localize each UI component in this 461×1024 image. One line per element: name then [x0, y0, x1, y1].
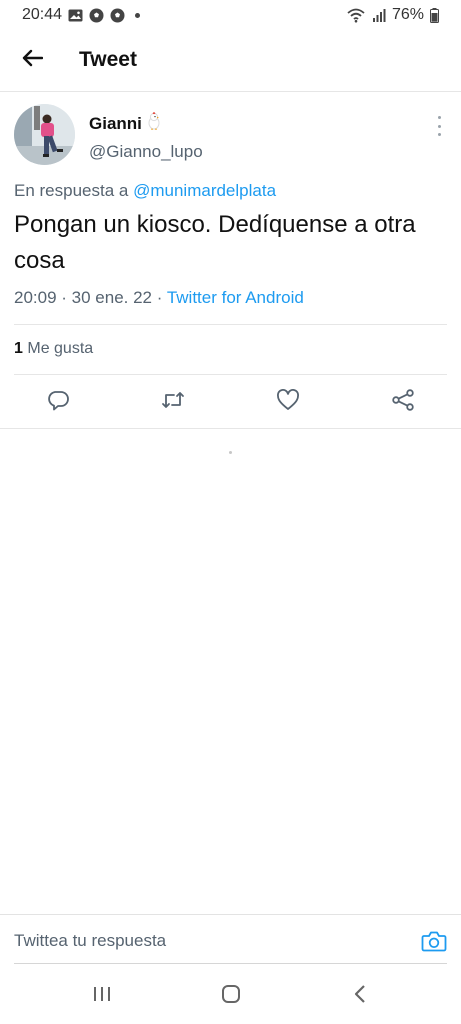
chevron-left-icon	[353, 984, 367, 1009]
recent-apps-icon	[92, 985, 112, 1008]
reply-button[interactable]	[45, 389, 71, 415]
more-vertical-icon	[437, 116, 441, 119]
share-icon	[391, 388, 415, 416]
reply-icon	[47, 389, 69, 416]
share-button[interactable]	[390, 388, 416, 416]
back-button[interactable]	[18, 46, 46, 74]
status-bar: 20:44 76%	[0, 0, 461, 30]
divider	[0, 428, 461, 429]
heart-icon	[276, 388, 300, 416]
tweet-header: Gianni @Gianno_lupo	[14, 104, 447, 168]
reply-mention-link[interactable]: @munimardelplata	[133, 181, 276, 200]
camera-icon	[421, 931, 447, 957]
tweet-meta: 20:09 · 30 ene. 22 · Twitter for Android	[14, 288, 304, 308]
battery-percent: 76%	[391, 6, 424, 23]
soccer-ball-icon	[89, 8, 104, 23]
soccer-ball-icon	[110, 8, 125, 23]
recent-apps-button[interactable]	[90, 985, 114, 1007]
tweet-source-link[interactable]: Twitter for Android	[167, 288, 304, 307]
user-info: Gianni @Gianno_lupo	[89, 112, 203, 162]
likes-label: Me gusta	[27, 340, 94, 357]
likes-count: 1	[14, 340, 23, 357]
tweet-detail-screen: 20:44 76% Tweet Gianni @Gianno_lupo En r…	[0, 0, 461, 1024]
home-button[interactable]	[219, 984, 243, 1009]
home-icon	[221, 984, 241, 1009]
tweet-actions	[0, 388, 461, 419]
likes-summary[interactable]: 1 Me gusta	[14, 340, 93, 358]
more-options-button[interactable]	[431, 116, 447, 136]
tweet-timestamp: 20:09 · 30 ene. 22 ·	[14, 288, 163, 307]
reply-context: En respuesta a @munimardelplata	[14, 181, 276, 201]
retweet-button[interactable]	[160, 389, 186, 415]
composer-underline	[14, 963, 447, 964]
back-nav-button[interactable]	[348, 984, 372, 1009]
retweet-icon	[161, 390, 185, 415]
status-left: 20:44	[22, 6, 141, 24]
page-title: Tweet	[79, 48, 137, 71]
divider	[14, 374, 447, 375]
reply-prefix: En respuesta a	[14, 181, 129, 200]
notification-dot-icon	[135, 12, 141, 18]
system-nav-bar	[0, 975, 461, 1017]
battery-icon	[430, 7, 439, 23]
more-vertical-icon	[437, 124, 441, 128]
app-bar-divider	[0, 91, 461, 92]
like-button[interactable]	[275, 388, 301, 416]
gallery-icon	[68, 9, 83, 22]
author-display-name[interactable]: Gianni	[89, 114, 142, 134]
author-handle[interactable]: @Gianno_lupo	[89, 142, 203, 162]
loading-indicator	[229, 451, 232, 454]
app-bar: Tweet	[0, 30, 461, 90]
author-name-row: Gianni	[89, 112, 203, 135]
camera-button[interactable]	[421, 929, 447, 953]
wifi-icon	[346, 7, 366, 23]
reply-composer: Twittea tu respuesta	[0, 914, 461, 964]
status-time: 20:44	[22, 6, 63, 23]
chicken-emoji-icon	[146, 112, 162, 135]
tweet-text: Pongan un kiosco. Dedíquense a otra cosa	[14, 211, 416, 274]
signal-icon	[372, 8, 386, 22]
status-right: 76%	[346, 6, 439, 24]
divider	[14, 324, 447, 325]
more-vertical-icon	[437, 133, 441, 136]
arrow-left-icon	[21, 49, 44, 72]
reply-input[interactable]: Twittea tu respuesta	[14, 931, 166, 951]
avatar[interactable]	[14, 104, 75, 165]
